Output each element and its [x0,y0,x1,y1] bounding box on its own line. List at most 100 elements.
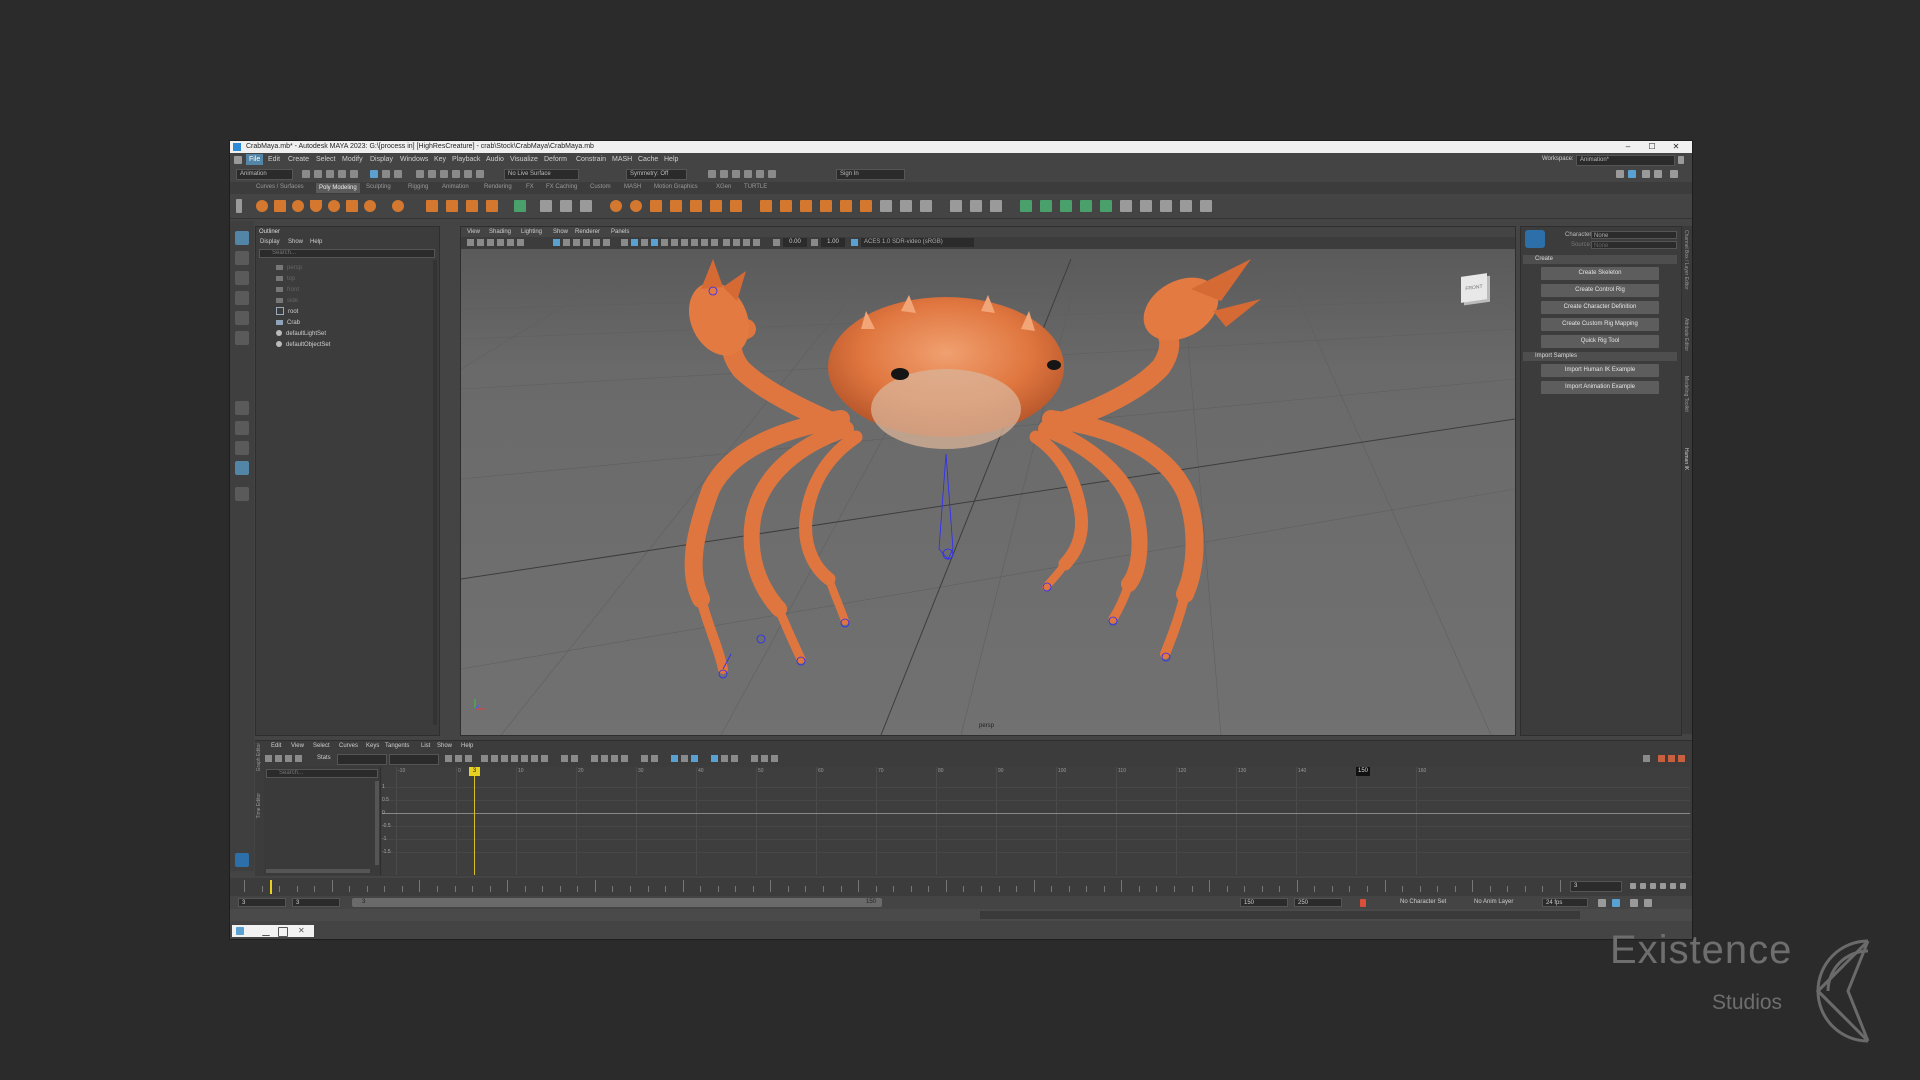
sound-icon[interactable] [1630,899,1638,907]
anti-aliasing-icon[interactable] [701,239,708,246]
automatic-map-icon[interactable] [1100,200,1112,212]
gate-mask-icon[interactable] [583,239,590,246]
shelf-tab-xgen[interactable]: XGen [716,184,731,190]
ge-menu-show[interactable]: Show [437,743,452,749]
minimize-icon[interactable] [262,927,270,936]
new-scene-icon[interactable] [302,170,310,178]
outliner-menu-show[interactable]: Show [288,239,303,245]
offset-loop-icon[interactable] [800,200,812,212]
playback-end-field[interactable]: 150 [1240,898,1288,907]
poly-cone-icon[interactable] [310,200,322,212]
lock-tangent-weight-icon[interactable] [621,755,628,762]
smooth-shade-icon[interactable] [631,239,638,246]
ge-menu-tangents[interactable]: Tangents [385,743,409,749]
lattice-icon[interactable] [285,755,292,762]
vp-menu-shading[interactable]: Shading [489,229,511,235]
cylindrical-map-icon[interactable] [1060,200,1072,212]
graph-editor-search-input[interactable] [266,769,378,778]
target-weld-icon[interactable] [730,200,742,212]
paint-select-tool-icon[interactable] [235,271,249,285]
uv-editor-icon[interactable] [1020,200,1032,212]
post-infinity-icon[interactable] [731,755,738,762]
textured-icon[interactable] [651,239,658,246]
close-button[interactable]: ✕ [1664,141,1688,153]
shadows-icon[interactable] [671,239,678,246]
minimize-button[interactable]: – [1616,141,1640,153]
append-icon[interactable] [670,200,682,212]
xray-components-icon[interactable] [753,239,760,246]
snap-view-icon[interactable] [452,170,460,178]
graph-current-frame-marker[interactable]: 3 [469,767,480,776]
move-tool-icon[interactable] [235,291,249,305]
graph-view[interactable]: -100102030405060708090100110120130140150… [382,767,1690,875]
lock-icon[interactable] [1678,156,1684,164]
isolate-select-icon[interactable] [723,239,730,246]
plateau-tangent-icon[interactable] [541,755,548,762]
outliner-menu-display[interactable]: Display [260,239,280,245]
bevel-icon[interactable] [650,200,662,212]
menu-audio[interactable]: Audio [486,156,504,163]
linear-tangent-icon[interactable] [511,755,518,762]
vp-menu-renderer[interactable]: Renderer [575,229,600,235]
undo-icon[interactable] [338,170,346,178]
shelf-tab-rigging[interactable]: Rigging [408,184,428,190]
poly-sphere-icon[interactable] [256,200,268,212]
flat-tangent-icon[interactable] [521,755,528,762]
transfer-icon[interactable] [1200,200,1212,212]
shelf-tab-sculpting[interactable]: Sculpting [366,184,391,190]
stacked-view-icon[interactable] [691,755,698,762]
stats-field-2[interactable] [389,754,439,765]
step-back-key-icon[interactable] [1640,883,1646,889]
open-scene-icon[interactable] [314,170,322,178]
ge-menu-edit[interactable]: Edit [271,743,281,749]
menu-create[interactable]: Create [288,156,309,163]
poly-platonic-icon[interactable] [392,200,404,212]
normalize-icon[interactable] [671,755,678,762]
stats-field-1[interactable] [337,754,387,765]
xray-icon[interactable] [733,239,740,246]
ge-menu-view[interactable]: View [291,743,304,749]
create-control-rig-button[interactable]: Create Control Rig [1541,284,1659,297]
panel-icon-2[interactable] [1668,755,1675,762]
resolution-gate-icon[interactable] [573,239,580,246]
graph-current-time-line[interactable] [474,767,475,875]
ge-menu-list[interactable]: List [421,743,430,749]
bookmarks-icon[interactable] [487,239,494,246]
ge-menu-help[interactable]: Help [461,743,473,749]
type-icon[interactable] [466,200,478,212]
import-human-ik-example-button[interactable]: Import Human IK Example [1541,364,1659,377]
go-to-end-icon[interactable] [1680,883,1686,889]
snap-surface-icon[interactable] [464,170,472,178]
save-scene-icon[interactable] [326,170,334,178]
lasso-tool-icon[interactable] [235,251,249,265]
close-icon[interactable]: ✕ [298,927,306,935]
outliner-item-crab[interactable]: Crab [276,318,300,328]
depth-of-field-icon[interactable] [711,239,718,246]
snap-grid-icon[interactable] [416,170,424,178]
menu-constrain[interactable]: Constrain [576,156,606,163]
region-icon[interactable] [295,755,302,762]
create-custom-rig-mapping-button[interactable]: Create Custom Rig Mapping [1541,318,1659,331]
outliner-menu-help[interactable]: Help [310,239,322,245]
tool-settings-icon[interactable] [1654,170,1662,178]
rotate-tool-icon[interactable] [235,311,249,325]
cut-uv-icon[interactable] [1120,200,1132,212]
wireframe-icon[interactable] [621,239,628,246]
side-tab-channel-box[interactable]: Channel Box / Layer Editor [1683,230,1689,290]
vp-menu-view[interactable]: View [467,229,480,235]
snap-curve-icon[interactable] [428,170,436,178]
current-frame-field[interactable]: 3 [1570,881,1622,892]
combine-icon[interactable] [514,200,526,212]
create-character-definition-button[interactable]: Create Character Definition [1541,301,1659,314]
time-snap-icon[interactable] [751,755,758,762]
gamma-icon[interactable] [811,239,818,246]
edge-loop-icon[interactable] [780,200,792,212]
ge-menu-keys[interactable]: Keys [366,743,379,749]
import-animation-example-button[interactable]: Import Animation Example [1541,381,1659,394]
attribute-editor-icon[interactable] [1642,170,1650,178]
curve-lock-icon[interactable] [651,755,658,762]
spin-icon[interactable] [920,200,932,212]
menu-playback[interactable]: Playback [452,156,480,163]
snap-point-icon[interactable] [440,170,448,178]
shelf-tab-custom[interactable]: Custom [590,184,611,190]
